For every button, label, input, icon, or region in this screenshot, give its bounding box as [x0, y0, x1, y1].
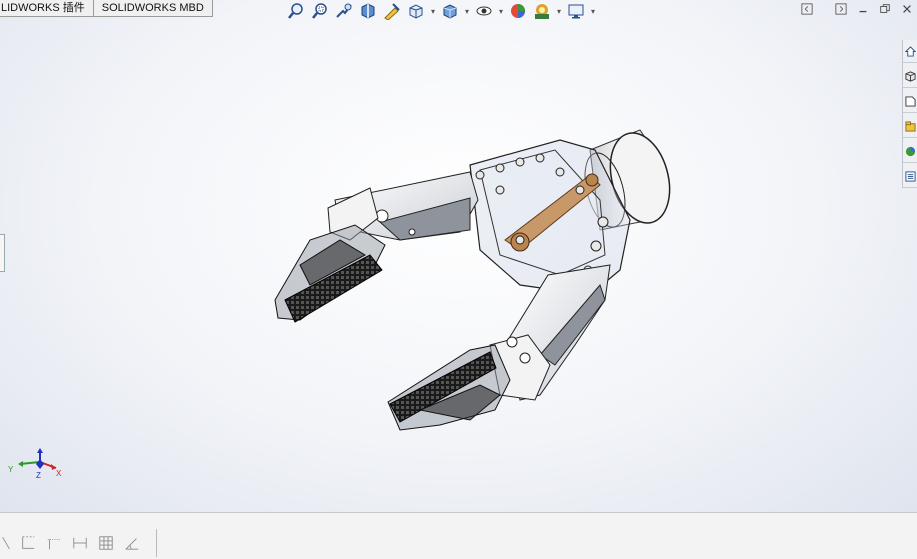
graphics-area[interactable]: LIDWORKS 插件 SOLIDWORKS MBD ▾ ▾ ▾ ▾ ▾ Y Z…: [0, 0, 917, 512]
toolbar-divider: [156, 529, 157, 557]
smart-dimension-icon[interactable]: [0, 533, 12, 553]
centerline-icon[interactable]: [44, 533, 64, 553]
triad-z-label: Z: [36, 471, 41, 480]
corner-rectangle-icon[interactable]: [18, 533, 38, 553]
grid-icon[interactable]: [96, 533, 116, 553]
triad-x-label: X: [56, 469, 62, 478]
upper-jaw: [274, 224, 386, 323]
reference-triad: Y Z X: [8, 448, 62, 480]
lower-jaw: [387, 344, 511, 431]
sketch-tools: [0, 533, 142, 553]
bottom-bar: [0, 512, 917, 559]
triad-y-label: Y: [8, 465, 14, 474]
gripper-3d-model[interactable]: [0, 0, 917, 512]
angle-icon[interactable]: [122, 533, 142, 553]
distance-icon[interactable]: [70, 533, 90, 553]
